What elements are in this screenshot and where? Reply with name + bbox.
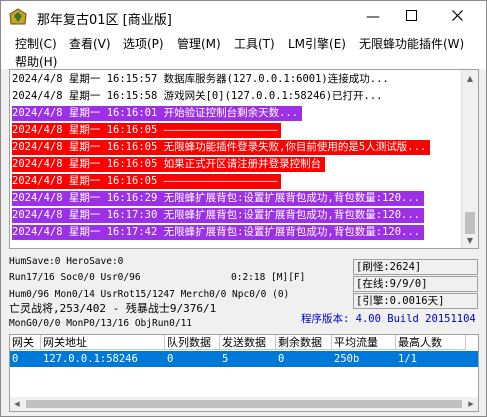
column-header[interactable]: 剩余数据 <box>276 335 332 350</box>
maximize-button[interactable] <box>388 1 434 33</box>
online-panel: [在线:9/9/0] <box>353 276 478 292</box>
scroll-left-icon[interactable]: ◀ <box>10 397 24 411</box>
log-line: 2024/4/8 星期一 16:16:29 无限蜂扩展背包:设置扩展背包成功,背… <box>12 191 425 206</box>
close-button[interactable] <box>434 1 480 33</box>
save-status: HumSave:0 HeroSave:0 <box>9 256 124 267</box>
battle-status: 亡灵战将,253/402 - 残暴战士9/376/1 <box>9 302 217 315</box>
log-line: 2024/4/8 星期一 16:16:05 —————————————————— <box>12 123 282 138</box>
run-status: Run17/16 Soc0/0 Usr0/96 <box>9 272 141 283</box>
app-icon <box>9 8 27 26</box>
column-header[interactable]: 网关 <box>10 335 41 350</box>
menu-view[interactable]: 查看(V) <box>69 35 111 52</box>
table-cell: 0 <box>12 353 19 365</box>
mon-status: MonG0/0/0 MonP0/13/16 ObjRun0/11 <box>9 318 193 329</box>
engine-panel: [引擎:0.0016天] <box>353 293 478 309</box>
log-line: 2024/4/8 星期一 16:17:42 无限蜂扩展背包:设置扩展背包成功,背… <box>12 225 425 240</box>
timer-status: 0:2:18 [M][F] <box>231 272 306 283</box>
menu-tools[interactable]: 工具(T) <box>234 35 275 52</box>
log-line: 2024/4/8 星期一 16:16:05 无限蜂功能插件登录失败,你目前使用的… <box>12 140 431 155</box>
table-header: 网关 网关地址 队列数据 发送数据 剩余数据 平均流量 最高人数 <box>10 335 478 351</box>
close-icon <box>451 9 463 25</box>
menu-control[interactable]: 控制(C) <box>15 35 57 52</box>
main-window: 那年复古01区 [商业版] — 控制(C) 查看(V) 选项(P) 管理(M) … <box>0 0 487 417</box>
menu-options[interactable]: 选项(P) <box>123 35 164 52</box>
log-line: 2024/4/8 星期一 16:17:30 无限蜂扩展背包:设置扩展背包成功,背… <box>12 208 425 223</box>
column-header[interactable]: 最高人数 <box>396 335 466 350</box>
menu-help[interactable]: 帮助(H) <box>15 53 57 70</box>
table-cell: 1/1 <box>398 353 417 365</box>
log-panel[interactable]: 2024/4/8 星期一 16:15:57 数据库服务器(127.0.0.1:6… <box>9 69 479 249</box>
scroll-right-icon[interactable]: ▶ <box>464 397 478 411</box>
log-line: 2024/4/8 星期一 16:16:05 —————————————————— <box>12 174 282 189</box>
column-header[interactable]: 平均流量 <box>332 335 396 350</box>
log-line: 2024/4/8 星期一 16:15:57 数据库服务器(127.0.0.1:6… <box>12 73 389 85</box>
maximize-icon <box>405 9 417 25</box>
menu-lm-engine[interactable]: LM引擎(E) <box>288 35 346 52</box>
table-cell: 250b <box>334 353 360 365</box>
table-cell: 0 <box>278 353 285 365</box>
table-cell: 127.0.0.1:58246 <box>43 353 138 365</box>
log-line: 2024/4/8 星期一 16:15:58 游戏网关[0](127.0.0.1:… <box>12 90 383 102</box>
scroll-down-icon[interactable]: ▼ <box>462 232 478 248</box>
scroll-up-icon[interactable]: ▲ <box>462 70 478 86</box>
table-cell: 5 <box>222 353 229 365</box>
log-line: 2024/4/8 星期一 16:16:05 如果正式开区请注册并登录控制台 <box>12 157 326 172</box>
status-section: HumSave:0 HeroSave:0 Run17/16 Soc0/0 Usr… <box>9 253 479 331</box>
column-header[interactable]: 网关地址 <box>41 335 165 350</box>
menu-plugin[interactable]: 无限蜂功能插件(W) <box>359 35 464 52</box>
menu-bar: 控制(C) 查看(V) 选项(P) 管理(M) 工具(T) LM引擎(E) 无限… <box>1 33 486 69</box>
hum-status: Hum0/96 Mon0/14 UsrRot15/1247 Merch0/0 N… <box>9 289 290 300</box>
title-bar[interactable]: 那年复古01区 [商业版] — <box>1 1 486 33</box>
table-cell: 0 <box>167 353 174 365</box>
column-header[interactable]: 队列数据 <box>165 335 220 350</box>
scroll-thumb[interactable] <box>465 212 475 234</box>
column-header[interactable]: 发送数据 <box>220 335 276 350</box>
window-title: 那年复古01区 [商业版] <box>37 13 172 28</box>
hscroll-thumb[interactable] <box>26 400 462 408</box>
log-line: 2024/4/8 星期一 16:16:01 开始验证控制台剩余天数... <box>12 106 303 121</box>
table-hscrollbar[interactable]: ◀ ▶ <box>10 397 478 411</box>
menu-manage[interactable]: 管理(M) <box>177 35 221 52</box>
refresh-panel: [刷怪:2624] <box>353 259 478 275</box>
table-row[interactable]: 0 127.0.0.1:58246 0 5 0 250b 1/1 <box>10 351 478 367</box>
minimize-icon: — <box>366 9 380 25</box>
version-label: 程序版本: 4.00 Build 20151104 <box>301 313 476 325</box>
gateway-table[interactable]: 网关 网关地址 队列数据 发送数据 剩余数据 平均流量 最高人数 0 127.0… <box>9 334 479 412</box>
log-scrollbar[interactable]: ▲ ▼ <box>461 70 478 248</box>
